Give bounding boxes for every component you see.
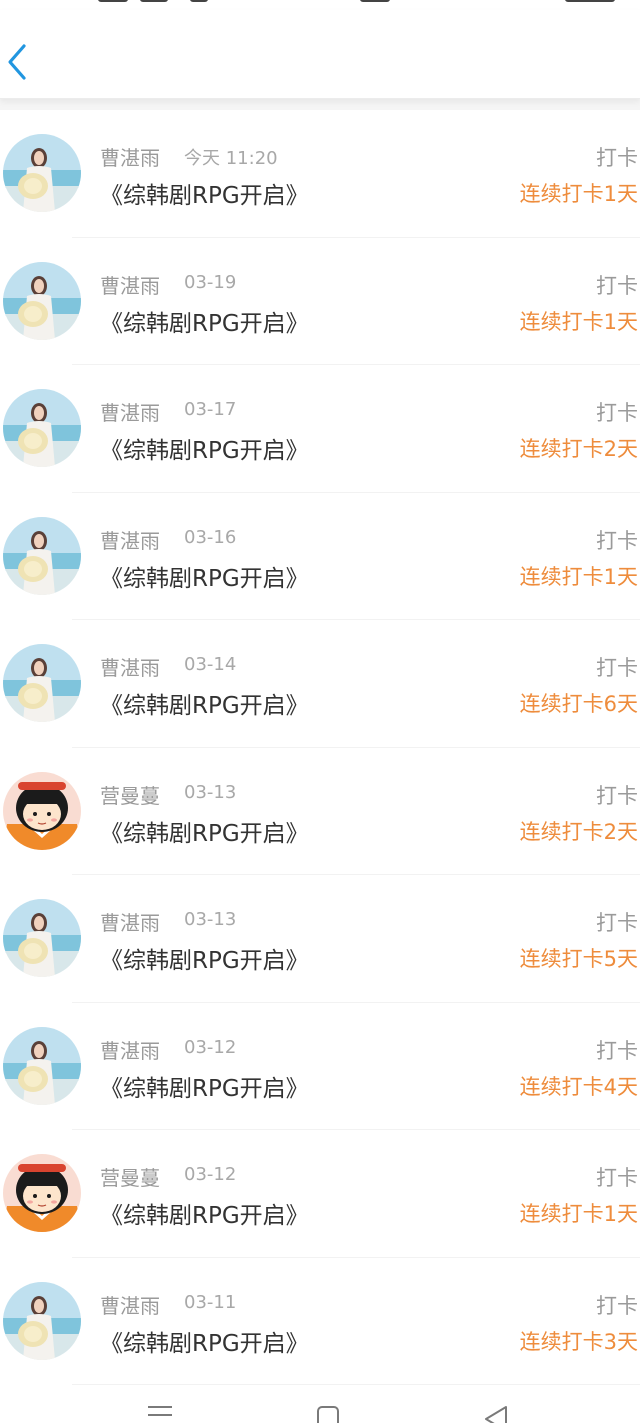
book-title: 《综韩剧RPG开启》 [100,1203,309,1229]
avatar-cartoon-girl-image [3,1154,81,1232]
avatar [3,389,81,467]
checkin-date: 03-16 [184,526,237,548]
avatar [3,261,81,340]
nav-home-button[interactable] [308,1403,348,1423]
nav-back-button[interactable] [478,1403,518,1423]
streak-label: 连续打卡1天 [519,1202,638,1226]
streak-label: 连续打卡2天 [519,437,638,461]
checkin-row[interactable]: 曹湛雨 今天 11:20 《综韩剧RPG开启》 打卡 连续打卡1天 [0,110,640,238]
checkin-date: 03-17 [184,399,237,420]
user-name: 曹湛雨 [100,401,160,425]
checkin-row[interactable]: 曹湛雨 03-19 《综韩剧RPG开启》 打卡 连续打卡1天 [0,237,640,365]
checkin-date: 03-19 [184,271,237,293]
checkin-type: 打卡 [596,528,638,553]
checkin-type: 打卡 [596,1166,638,1190]
user-name: 曹湛雨 [100,146,160,170]
user-name: 营曼蔓 [100,783,160,808]
user-name: 曹湛雨 [100,1293,160,1318]
avatar [3,771,81,850]
checkin-date: 03-13 [184,909,237,930]
checkin-list: 曹湛雨 今天 11:20 《综韩剧RPG开启》 打卡 连续打卡1天 曹湛雨 03… [0,110,640,1385]
avatar [3,134,81,212]
chevron-left-icon [8,44,26,80]
book-title: 《综韩剧RPG开启》 [100,1075,309,1102]
avatar [3,516,81,595]
menu-icon [148,1406,172,1416]
avatar [3,899,81,977]
streak-label: 连续打卡2天 [519,819,638,844]
avatar-girl-beach-image [3,134,81,212]
book-title: 《综韩剧RPG开启》 [100,1330,309,1357]
checkin-type: 打卡 [596,911,638,935]
checkin-date: 03-12 [184,1036,237,1058]
avatar-girl-beach-image [3,516,81,595]
checkin-type: 打卡 [596,146,638,170]
user-name: 营曼蔓 [100,1166,160,1190]
checkin-type: 打卡 [596,401,638,425]
checkin-row[interactable]: 曹湛雨 03-13 《综韩剧RPG开启》 打卡 连续打卡5天 [0,875,640,1003]
checkin-date: 03-14 [184,654,237,675]
avatar-cartoon-girl-image [3,771,81,850]
book-title: 《综韩剧RPG开启》 [100,183,309,209]
checkin-type: 打卡 [596,1038,638,1063]
status-bar [0,0,640,10]
user-name: 曹湛雨 [100,273,160,298]
checkin-type: 打卡 [596,656,638,680]
avatar-girl-beach-image [3,644,81,722]
checkin-row[interactable]: 曹湛雨 03-14 《综韩剧RPG开启》 打卡 连续打卡6天 [0,620,640,748]
checkin-type: 打卡 [596,1293,638,1318]
book-title: 《综韩剧RPG开启》 [100,310,309,337]
avatar-girl-beach-image [3,261,81,340]
checkin-date: 03-13 [184,781,237,803]
checkin-row[interactable]: 营曼蔓 03-13 《综韩剧RPG开启》 打卡 连续打卡2天 [0,747,640,875]
book-title: 《综韩剧RPG开启》 [100,693,309,719]
top-bar [0,10,640,99]
avatar [3,1026,81,1105]
streak-label: 连续打卡6天 [519,692,638,716]
streak-label: 连续打卡3天 [519,1329,638,1354]
avatar-girl-beach-image [3,1281,81,1360]
checkin-row[interactable]: 曹湛雨 03-17 《综韩剧RPG开启》 打卡 连续打卡2天 [0,365,640,493]
book-title: 《综韩剧RPG开启》 [100,820,309,847]
avatar [3,1281,81,1360]
checkin-row[interactable]: 曹湛雨 03-12 《综韩剧RPG开启》 打卡 连续打卡4天 [0,1002,640,1130]
back-button[interactable] [0,30,50,94]
streak-label: 连续打卡1天 [519,309,638,334]
checkin-type: 打卡 [596,273,638,298]
row-divider [72,1384,640,1385]
checkin-row[interactable]: 营曼蔓 03-12 《综韩剧RPG开启》 打卡 连续打卡1天 [0,1130,640,1258]
book-title: 《综韩剧RPG开启》 [100,948,309,974]
user-name: 曹湛雨 [100,911,160,935]
checkin-date: 03-12 [184,1164,237,1185]
streak-label: 连续打卡1天 [519,564,638,589]
avatar-girl-beach-image [3,899,81,977]
avatar-girl-beach-image [3,1026,81,1105]
header-spacer [0,98,640,110]
checkin-row[interactable]: 曹湛雨 03-16 《综韩剧RPG开启》 打卡 连续打卡1天 [0,492,640,620]
avatar-girl-beach-image [3,389,81,467]
system-nav-bar [0,1395,640,1423]
avatar [3,644,81,722]
back-triangle-icon [485,1406,507,1423]
checkin-date: 今天 11:20 [184,148,278,169]
streak-label: 连续打卡5天 [519,947,638,971]
streak-label: 连续打卡4天 [519,1074,638,1099]
streak-label: 连续打卡1天 [519,182,638,206]
user-name: 曹湛雨 [100,1038,160,1063]
checkin-date: 03-11 [184,1291,237,1313]
nav-menu-button[interactable] [140,1403,180,1423]
checkin-type: 打卡 [596,783,638,808]
checkin-row[interactable]: 曹湛雨 03-11 《综韩剧RPG开启》 打卡 连续打卡3天 [0,1257,640,1385]
user-name: 曹湛雨 [100,656,160,680]
book-title: 《综韩剧RPG开启》 [100,565,309,592]
book-title: 《综韩剧RPG开启》 [100,438,309,464]
avatar [3,1154,81,1232]
home-square-icon [317,1406,339,1423]
user-name: 曹湛雨 [100,528,160,553]
